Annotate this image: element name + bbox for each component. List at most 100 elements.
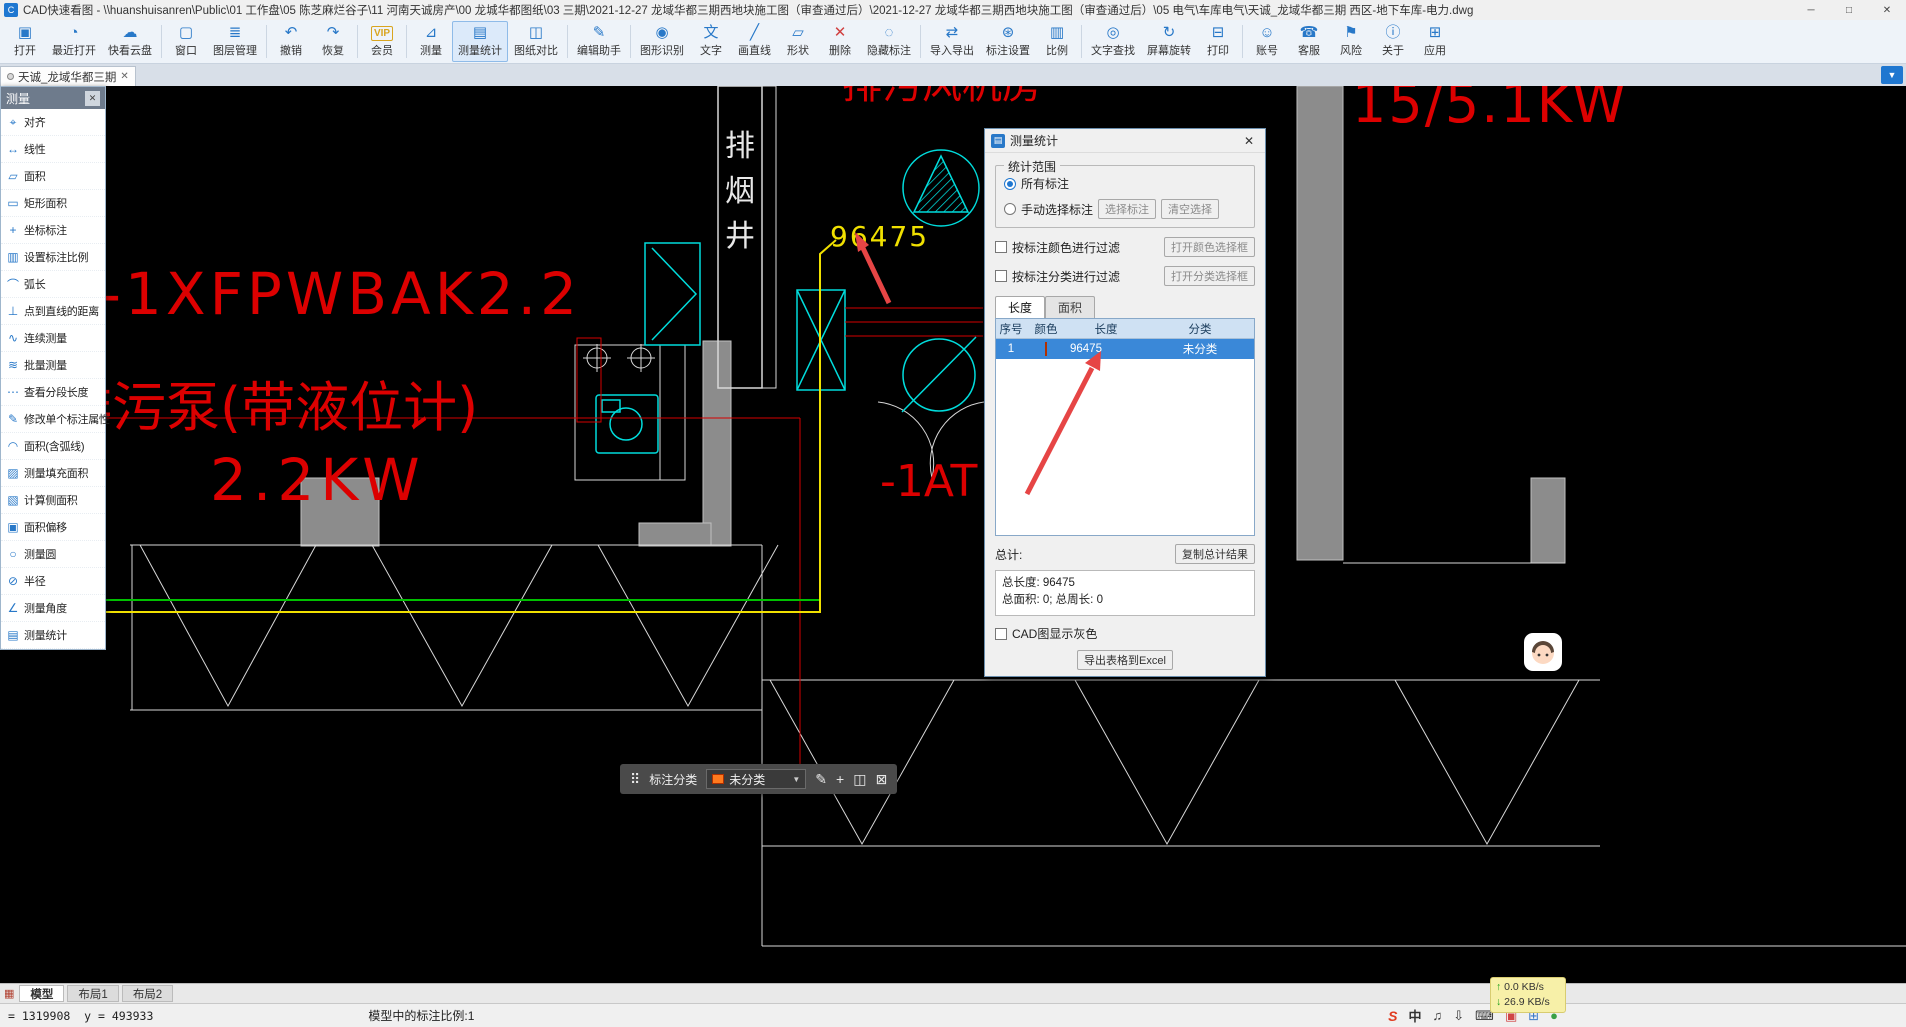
results-table[interactable]: 序号 颜色 长度 分类 1 96475 未分类 (995, 318, 1255, 536)
copy-icon[interactable]: ◫ (853, 771, 866, 788)
open-class-picker-button[interactable]: 打开分类选择框 (1164, 266, 1255, 286)
ribbon-button-shapes[interactable]: ▱ 形状 (777, 21, 819, 62)
copy-total-button[interactable]: 复制总计结果 (1175, 544, 1255, 564)
ribbon-button-window[interactable]: ▢ 窗口 (165, 21, 207, 62)
ribbon-button-scale[interactable]: ▥ 比例 (1036, 21, 1078, 62)
sidebar-item-rect-area[interactable]: ▭ 矩形面积 (1, 190, 105, 217)
sidebar-item-batch[interactable]: ≋ 批量测量 (1, 352, 105, 379)
export-excel-button[interactable]: 导出表格到Excel (1077, 650, 1173, 670)
download-arrow-icon: ↓ (1496, 996, 1502, 1008)
ribbon-button-text[interactable]: 文文字 (690, 21, 732, 62)
gray-cad-checkbox[interactable] (995, 627, 1007, 640)
ribbon-button-hide-annotations[interactable]: ◌ 隐藏标注 (861, 21, 917, 62)
ribbon-button-redo[interactable]: ↷ 恢复 (312, 21, 354, 62)
modify-icon: ✎ (7, 412, 19, 426)
pin-icon[interactable] (7, 73, 14, 80)
sidebar-item-scale-setting[interactable]: ▥ 设置标注比例 (1, 244, 105, 271)
ribbon-button-recent[interactable]: ◔ 最近打开 (46, 21, 102, 62)
ribbon-button-print[interactable]: ⊟ 打印 (1197, 21, 1239, 62)
ribbon-button-import-export[interactable]: ⇄ 导入导出 (924, 21, 980, 62)
ribbon-button-layers[interactable]: ≣ 图层管理 (207, 21, 263, 62)
sidebar-item-point-line-distance[interactable]: ⊥ 点到直线的距离 (1, 298, 105, 325)
tab-layout1[interactable]: 布局1 (67, 985, 119, 1002)
sidebar-item-coordinate[interactable]: + 坐标标注 (1, 217, 105, 244)
sidebar-item-area-arc[interactable]: ◠ 面积(含弧线) (1, 433, 105, 460)
ribbon-button-measure[interactable]: ⊿ 测量 (410, 21, 452, 62)
ribbon-label: 恢复 (322, 45, 344, 57)
sidebar-item-side-area[interactable]: ▧ 计算侧面积 (1, 487, 105, 514)
sogou-icon[interactable]: S (1388, 1008, 1397, 1024)
tab-layout2[interactable]: 布局2 (121, 985, 174, 1002)
document-tab[interactable]: 天诚_龙域华都三期 ✕ (0, 66, 136, 86)
assistant-avatar[interactable] (1524, 633, 1562, 671)
delete-annotation-icon[interactable]: ⊠ (875, 771, 887, 788)
ribbon-separator (406, 25, 407, 58)
edit-annotation-icon[interactable]: ✎ (815, 771, 827, 788)
ribbon-button-vip[interactable]: VIP 会员 (361, 21, 403, 62)
radius-icon: ⊘ (7, 574, 19, 588)
ribbon-button-rotate-screen[interactable]: ↻ 屏幕旋转 (1141, 21, 1197, 62)
sidebar-item-arc-length[interactable]: ⌒ 弧长 (1, 271, 105, 298)
mic-icon[interactable]: ⇩ (1453, 1008, 1464, 1024)
radio-all-annotations[interactable] (1004, 177, 1016, 190)
ribbon-button-cloud[interactable]: ☁ 快看云盘 (102, 21, 158, 62)
ribbon-button-shape-recognition[interactable]: ◉ 图形识别 (634, 21, 690, 62)
filter-color-checkbox[interactable] (995, 241, 1007, 253)
tab-length[interactable]: 长度 (995, 296, 1046, 318)
ribbon-button-delete[interactable]: ✕ 删除 (819, 21, 861, 62)
sidebar-item-radius[interactable]: ⊘ 半径 (1, 568, 105, 595)
sidebar-item-continuous[interactable]: ∿ 连续测量 (1, 325, 105, 352)
tab-close-icon[interactable]: ✕ (120, 71, 128, 82)
cad-canvas[interactable]: -1XFPWBAK2.2 排污泵(带液位计) 2.2KW 15/5.1KW -1… (0, 86, 1906, 983)
measure-stats-icon: ▤ (7, 628, 19, 642)
sidebar-item-segment-length[interactable]: ⋯ 查看分段长度 (1, 379, 105, 406)
grid-icon[interactable]: ⠿ (630, 771, 640, 788)
sidebar-item-angle[interactable]: ∠ 测量角度 (1, 595, 105, 622)
select-annotation-button[interactable]: 选择标注 (1098, 199, 1157, 219)
ribbon-button-measure-stats[interactable]: ▤ 测量统计 (452, 21, 508, 62)
radio-manual-select[interactable] (1004, 203, 1016, 215)
sidebar-item-align[interactable]: ⌖ 对齐 (1, 109, 105, 136)
ribbon-button-about[interactable]: ⓘ 关于 (1372, 21, 1414, 62)
total-label: 总计: (995, 547, 1023, 562)
ribbon-button-support[interactable]: ☎ 客服 (1288, 21, 1330, 62)
filter-class-checkbox[interactable] (995, 270, 1007, 282)
tab-area[interactable]: 面积 (1045, 296, 1096, 318)
minimize-button[interactable]: ─ (1792, 0, 1830, 20)
close-button[interactable]: ✕ (1868, 0, 1906, 20)
sidebar-item-circle[interactable]: ○ 测量圆 (1, 541, 105, 568)
ribbon-button-draw-line[interactable]: ╱ 画直线 (732, 21, 777, 62)
table-row[interactable]: 1 96475 未分类 (996, 339, 1254, 359)
tab-overflow-button[interactable]: ▼ (1881, 66, 1903, 84)
ribbon-button-annotation-settings[interactable]: ⊛ 标注设置 (980, 21, 1036, 62)
tab-model[interactable]: 模型 (19, 985, 65, 1002)
maximize-button[interactable]: □ (1830, 0, 1868, 20)
sidebar-item-linear[interactable]: ↔ 线性 (1, 136, 105, 163)
move-icon[interactable]: + (836, 771, 844, 787)
sidebar-header[interactable]: 测量 ✕ (1, 87, 105, 109)
sidebar-item-label: 面积(含弧线) (24, 441, 85, 453)
sidebar-item-area-offset[interactable]: ▣ 面积偏移 (1, 514, 105, 541)
open-color-picker-button[interactable]: 打开颜色选择框 (1164, 237, 1255, 257)
clear-selection-button[interactable]: 清空选择 (1161, 199, 1220, 219)
sidebar-item-fill-area[interactable]: ▨ 测量填充面积 (1, 460, 105, 487)
ribbon-button-apps[interactable]: ⊞ 应用 (1414, 21, 1456, 62)
ribbon-button-compare[interactable]: ◫ 图纸对比 (508, 21, 564, 62)
ribbon-label: 形状 (787, 45, 809, 57)
ime-icon[interactable]: 中 (1409, 1006, 1422, 1025)
ribbon-button-edit-assistant[interactable]: ✎ 编辑助手 (571, 21, 627, 62)
ribbon-button-risk[interactable]: ⚑ 风险 (1330, 21, 1372, 62)
speaker-icon[interactable]: ♫ (1433, 1008, 1443, 1023)
dialog-close-icon[interactable]: ✕ (1239, 134, 1259, 148)
ribbon-label: 打开 (14, 45, 36, 57)
ribbon-button-account[interactable]: ☺ 账号 (1246, 21, 1288, 62)
sidebar-item-area[interactable]: ▱ 面积 (1, 163, 105, 190)
dialog-titlebar[interactable]: ▤ 测量统计 ✕ (985, 129, 1265, 153)
category-dropdown[interactable]: 未分类 ▼ (706, 769, 807, 789)
sidebar-item-modify-annotation[interactable]: ✎ 修改单个标注属性 (1, 406, 110, 433)
sidebar-close-icon[interactable]: ✕ (85, 90, 100, 106)
sidebar-item-measure-stats[interactable]: ▤ 测量统计 (1, 622, 105, 649)
ribbon-button-open[interactable]: ▣ 打开 (4, 21, 46, 62)
ribbon-button-text-search[interactable]: ◎ 文字查找 (1085, 21, 1141, 62)
ribbon-button-undo[interactable]: ↶ 撤销 (270, 21, 312, 62)
